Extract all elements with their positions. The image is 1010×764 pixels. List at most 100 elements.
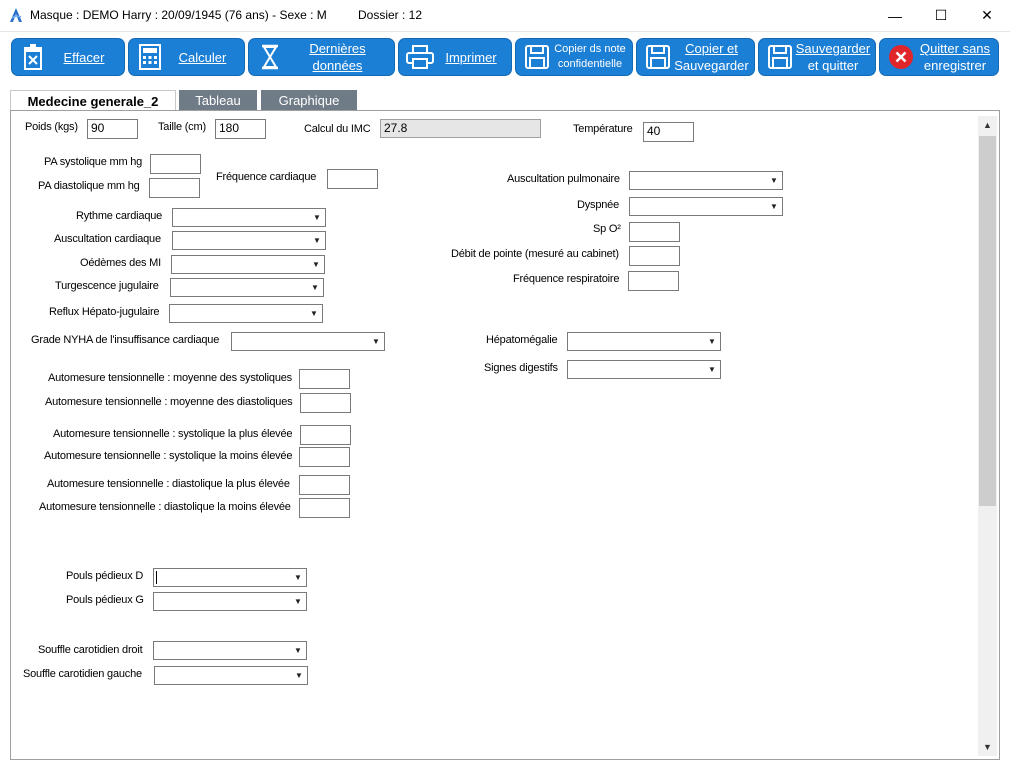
floppy-disk-icon bbox=[765, 42, 795, 72]
dernieres-donnees-button[interactable]: Dernières données bbox=[248, 38, 395, 76]
chevron-down-icon: ▼ bbox=[311, 283, 319, 292]
trash-icon bbox=[18, 42, 48, 72]
tab-graphique[interactable]: Graphique bbox=[261, 90, 357, 110]
tab-tableau[interactable]: Tableau bbox=[179, 90, 257, 110]
calculer-button[interactable]: Calculer bbox=[128, 38, 245, 76]
minimize-button[interactable]: — bbox=[872, 0, 918, 31]
pouls-pedieux-g-dropdown[interactable]: ▼ bbox=[153, 592, 307, 611]
signes-digestifs-dropdown[interactable]: ▼ bbox=[567, 360, 721, 379]
auto-sys-haut-label: Automesure tensionnelle : systolique la … bbox=[53, 428, 293, 440]
app-logo-icon bbox=[8, 7, 24, 23]
nyha-dropdown[interactable]: ▼ bbox=[231, 332, 385, 351]
dyspnee-label: Dyspnée bbox=[577, 199, 620, 211]
frequence-respiratoire-input[interactable] bbox=[628, 271, 679, 291]
debit-pointe-label: Débit de pointe (mesuré au cabinet) bbox=[451, 248, 619, 260]
pouls-pedieux-g-label: Pouls pédieux G bbox=[66, 594, 144, 606]
souffle-carotidien-droit-dropdown[interactable]: ▼ bbox=[153, 641, 307, 660]
reflux-label: Reflux Hépato-jugulaire bbox=[49, 306, 160, 318]
copier-note-label: Copier ds note confidentielle bbox=[552, 42, 632, 72]
chevron-down-icon: ▼ bbox=[312, 260, 320, 269]
reflux-dropdown[interactable]: ▼ bbox=[169, 304, 323, 323]
auto-sys-bas-input[interactable] bbox=[299, 447, 350, 467]
rythme-cardiaque-label: Rythme cardiaque bbox=[76, 210, 163, 222]
quitter-sans-enregistrer-button[interactable]: Quitter sans enregistrer bbox=[879, 38, 999, 76]
dernieres-line2: données bbox=[312, 58, 363, 73]
auto-sys-haut-input[interactable] bbox=[300, 425, 351, 445]
scroll-down-arrow-icon[interactable]: ▼ bbox=[978, 738, 997, 756]
auscultation-pulmonaire-dropdown[interactable]: ▼ bbox=[629, 171, 783, 190]
maximize-button[interactable]: ☐ bbox=[918, 0, 964, 31]
imc-output: 27.8 bbox=[380, 119, 541, 138]
auto-dia-bas-input[interactable] bbox=[299, 498, 350, 518]
chevron-down-icon: ▼ bbox=[294, 573, 302, 582]
temperature-label: Température bbox=[573, 123, 633, 135]
sauv-quit-line1: Sauvegarder bbox=[795, 41, 871, 56]
hourglass-icon bbox=[255, 42, 285, 72]
toolbar: Effacer Calculer Dernières données Imprim… bbox=[0, 32, 1010, 82]
text-cursor bbox=[156, 571, 157, 584]
signes-digestifs-label: Signes digestifs bbox=[484, 362, 558, 374]
effacer-button[interactable]: Effacer bbox=[11, 38, 125, 76]
scrollbar-thumb[interactable] bbox=[979, 136, 996, 506]
close-window-button[interactable]: ✕ bbox=[964, 0, 1010, 31]
window-title: Masque : DEMO Harry : 20/09/1945 (76 ans… bbox=[30, 8, 327, 22]
souffle-carotidien-gauche-dropdown[interactable]: ▼ bbox=[154, 666, 308, 685]
tab-medecine-generale[interactable]: Medecine generale_2 bbox=[10, 90, 176, 111]
chevron-down-icon: ▼ bbox=[313, 236, 321, 245]
oedemes-dropdown[interactable]: ▼ bbox=[171, 255, 325, 274]
dyspnee-dropdown[interactable]: ▼ bbox=[629, 197, 783, 216]
auto-moy-dia-label: Automesure tensionnelle : moyenne des di… bbox=[45, 396, 293, 408]
copier-note-confidentielle-button[interactable]: Copier ds note confidentielle bbox=[515, 38, 633, 76]
tab-bar: Medecine generale_2 Tableau Graphique bbox=[0, 90, 1010, 111]
frequence-respiratoire-label: Fréquence respiratoire bbox=[513, 273, 620, 285]
spo2-label: Sp O² bbox=[593, 223, 621, 235]
auto-sys-bas-label: Automesure tensionnelle : systolique la … bbox=[44, 450, 293, 462]
debit-pointe-input[interactable] bbox=[629, 246, 680, 266]
souffle-carotidien-gauche-label: Souffle carotidien gauche bbox=[23, 668, 142, 680]
pa-systolique-input[interactable] bbox=[150, 154, 201, 174]
chevron-down-icon: ▼ bbox=[770, 202, 778, 211]
pouls-pedieux-d-label: Pouls pédieux D bbox=[66, 570, 144, 582]
dernieres-line1: Dernières bbox=[309, 41, 366, 56]
floppy-disk-icon bbox=[522, 42, 552, 72]
rythme-cardiaque-dropdown[interactable]: ▼ bbox=[172, 208, 326, 227]
auscultation-pulmonaire-label: Auscultation pulmonaire bbox=[507, 173, 620, 185]
sauv-quit-label: Sauvegarder et quitter bbox=[795, 40, 875, 74]
quitter-line2: enregistrer bbox=[923, 58, 987, 73]
copier-note-line2: confidentielle bbox=[557, 58, 623, 70]
calculator-icon bbox=[135, 42, 165, 72]
chevron-down-icon: ▼ bbox=[294, 646, 302, 655]
copier-et-sauvegarder-button[interactable]: Copier et Sauvegarder bbox=[636, 38, 755, 76]
taille-input[interactable]: 180 bbox=[215, 119, 266, 139]
turgescence-dropdown[interactable]: ▼ bbox=[170, 278, 324, 297]
chevron-down-icon: ▼ bbox=[310, 309, 318, 318]
printer-icon bbox=[405, 42, 435, 72]
pa-diastolique-input[interactable] bbox=[149, 178, 200, 198]
poids-input[interactable]: 90 bbox=[87, 119, 138, 139]
auto-dia-haut-input[interactable] bbox=[299, 475, 350, 495]
pouls-pedieux-d-dropdown[interactable]: ▼ bbox=[153, 568, 307, 587]
floppy-disk-icon bbox=[643, 42, 673, 72]
imprimer-label: Imprimer bbox=[445, 49, 497, 65]
calculer-label: Calculer bbox=[178, 49, 227, 65]
effacer-label: Effacer bbox=[63, 49, 105, 65]
copier-sauv-line2: Sauvegarder bbox=[674, 58, 749, 73]
imc-label: Calcul du IMC bbox=[304, 123, 371, 135]
temperature-input[interactable]: 40 bbox=[643, 122, 694, 142]
imprimer-button[interactable]: Imprimer bbox=[398, 38, 512, 76]
scroll-up-arrow-icon[interactable]: ▲ bbox=[978, 116, 997, 134]
spo2-input[interactable] bbox=[629, 222, 680, 242]
oedemes-label: Oédèmes des MI bbox=[80, 257, 161, 269]
hepatomegalie-dropdown[interactable]: ▼ bbox=[567, 332, 721, 351]
auto-moy-sys-input[interactable] bbox=[299, 369, 350, 389]
chevron-down-icon: ▼ bbox=[708, 365, 716, 374]
auto-moy-dia-input[interactable] bbox=[300, 393, 351, 413]
chevron-down-icon: ▼ bbox=[372, 337, 380, 346]
pa-diastolique-label: PA diastolique mm hg bbox=[38, 180, 140, 192]
taille-label: Taille (cm) bbox=[158, 121, 206, 133]
copier-sauv-label: Copier et Sauvegarder bbox=[673, 40, 754, 74]
auscultation-cardiaque-dropdown[interactable]: ▼ bbox=[172, 231, 326, 250]
frequence-cardiaque-input[interactable] bbox=[327, 169, 378, 189]
sauvegarder-et-quitter-button[interactable]: Sauvegarder et quitter bbox=[758, 38, 876, 76]
hepatomegalie-label: Hépatomégalie bbox=[486, 334, 558, 346]
